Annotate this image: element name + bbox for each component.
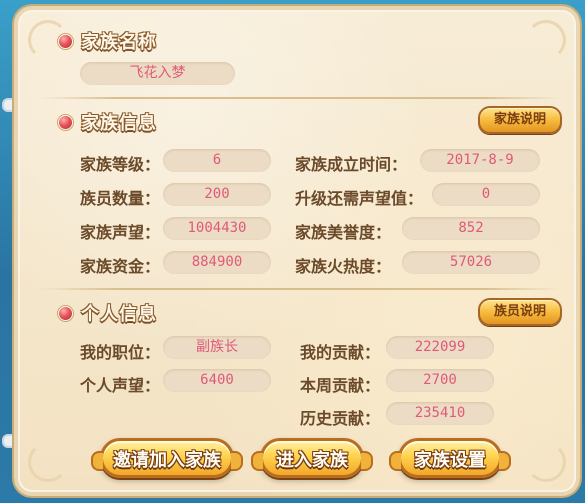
red-bullet-icon bbox=[58, 33, 73, 49]
corner-ornament bbox=[526, 442, 566, 482]
section-personal-info: 个人信息 bbox=[58, 300, 157, 326]
member-help-button[interactable]: 族员说明 bbox=[478, 298, 562, 326]
enter-button-label: 进入家族 bbox=[276, 450, 348, 471]
corner-ornament bbox=[28, 442, 68, 482]
personal-reputation-label: 个人声望： bbox=[80, 376, 161, 395]
divider bbox=[40, 97, 560, 99]
weekly-label: 本周贡献： bbox=[300, 376, 381, 395]
invite-button[interactable]: 邀请加入家族 bbox=[91, 438, 243, 478]
history-value: 235410 bbox=[386, 402, 494, 425]
honor-value: 852 bbox=[402, 217, 540, 240]
section-title: 家族名称 bbox=[81, 32, 157, 53]
enter-family-button[interactable]: 进入家族 bbox=[251, 438, 373, 478]
members-label: 族员数量： bbox=[80, 189, 161, 208]
level-value: 6 bbox=[163, 149, 271, 172]
contribution-label: 我的贡献： bbox=[300, 343, 381, 362]
corner-ornament bbox=[526, 20, 566, 60]
history-label: 历史贡献： bbox=[300, 409, 381, 428]
honor-label: 家族美誉度： bbox=[295, 223, 392, 242]
section-family-name: 家族名称 bbox=[58, 28, 157, 54]
invite-button-label: 邀请加入家族 bbox=[113, 450, 221, 471]
members-value: 200 bbox=[163, 183, 271, 206]
reputation-value: 1004430 bbox=[163, 217, 271, 240]
level-label: 家族等级： bbox=[80, 155, 161, 174]
weekly-value: 2700 bbox=[386, 369, 494, 392]
position-label: 我的职位： bbox=[80, 343, 161, 362]
funds-label: 家族资金： bbox=[80, 257, 161, 276]
family-help-button[interactable]: 家族说明 bbox=[478, 106, 562, 134]
section-title: 家族信息 bbox=[81, 113, 157, 134]
heat-label: 家族火热度： bbox=[295, 257, 392, 276]
founded-value: 2017-8-9 bbox=[420, 149, 540, 172]
reputation-label: 家族声望： bbox=[80, 223, 161, 242]
family-settings-button[interactable]: 家族设置 bbox=[389, 438, 511, 478]
section-title: 个人信息 bbox=[81, 304, 157, 325]
founded-label: 家族成立时间： bbox=[295, 155, 408, 174]
divider bbox=[40, 288, 560, 290]
family-name-value: 飞花入梦 bbox=[80, 62, 235, 85]
section-family-info: 家族信息 bbox=[58, 109, 157, 135]
position-value: 副族长 bbox=[163, 336, 271, 359]
red-bullet-icon bbox=[58, 305, 73, 321]
upgrade-value: 0 bbox=[432, 183, 540, 206]
heat-value: 57026 bbox=[402, 251, 540, 274]
personal-reputation-value: 6400 bbox=[163, 369, 271, 392]
upgrade-label: 升级还需声望值： bbox=[295, 189, 424, 208]
contribution-value: 222099 bbox=[386, 336, 494, 359]
funds-value: 884900 bbox=[163, 251, 271, 274]
red-bullet-icon bbox=[58, 114, 73, 130]
settings-button-label: 家族设置 bbox=[414, 450, 486, 471]
